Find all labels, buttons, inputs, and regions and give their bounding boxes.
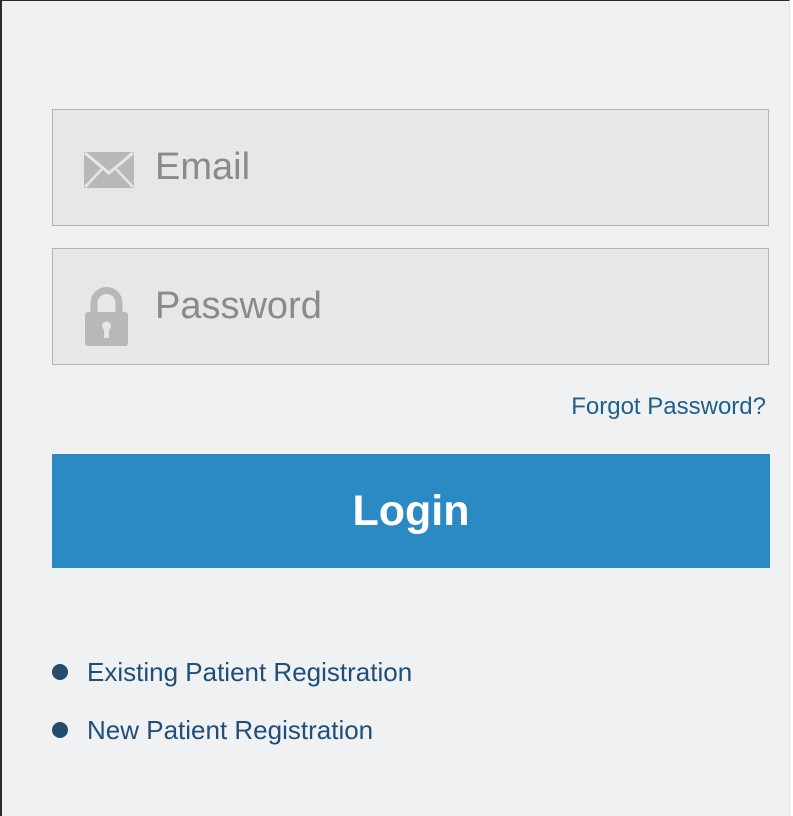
email-input[interactable] [155, 110, 745, 225]
registration-links: Existing Patient Registration New Patien… [52, 644, 412, 760]
login-button[interactable]: Login [52, 454, 770, 568]
lock-icon [85, 287, 128, 346]
list-item: Existing Patient Registration [52, 644, 412, 700]
envelope-icon [84, 152, 134, 188]
existing-patient-registration-link[interactable]: Existing Patient Registration [87, 657, 412, 688]
password-field[interactable] [52, 248, 769, 365]
list-item: New Patient Registration [52, 702, 412, 758]
bullet-icon [52, 664, 68, 680]
bullet-icon [52, 722, 68, 738]
email-field[interactable] [52, 109, 769, 226]
login-panel: Forgot Password? Login Existing Patient … [0, 0, 790, 816]
password-input[interactable] [155, 249, 745, 364]
new-patient-registration-link[interactable]: New Patient Registration [87, 715, 373, 746]
forgot-password-link[interactable]: Forgot Password? [571, 389, 766, 425]
